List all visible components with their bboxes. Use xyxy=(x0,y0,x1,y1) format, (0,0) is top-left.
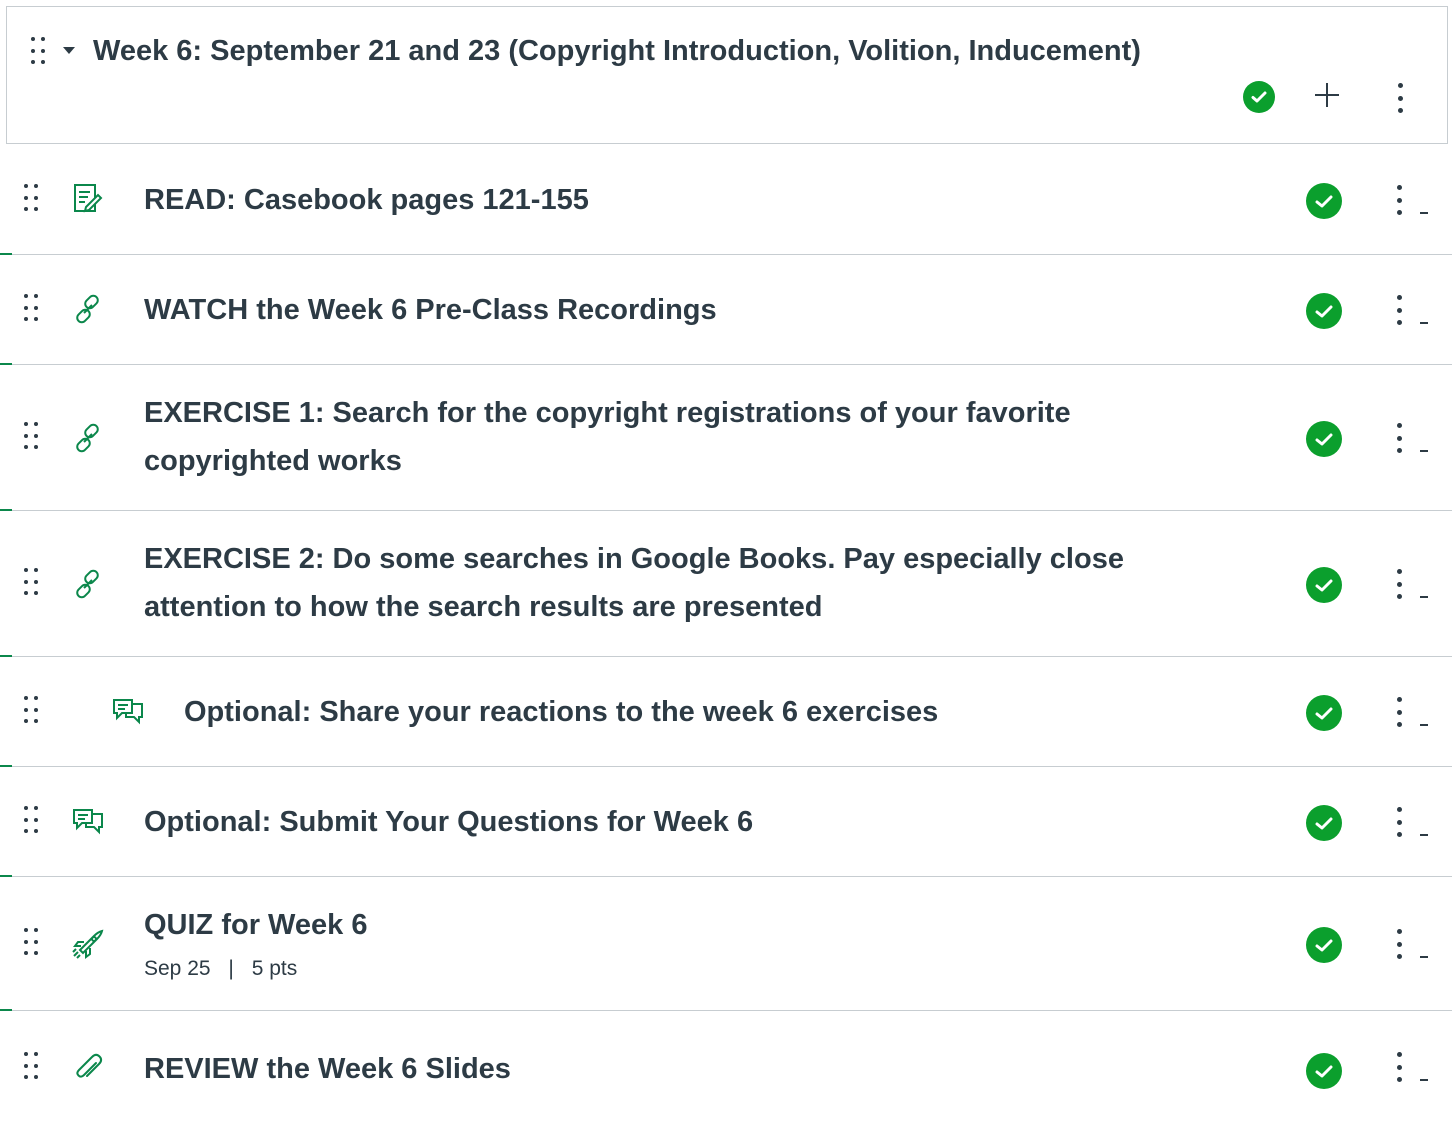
module-item-exercise-1[interactable]: EXERCISE 1: Search for the copyright reg… xyxy=(0,365,1452,511)
item-title[interactable]: EXERCISE 1: Search for the copyright reg… xyxy=(144,389,1244,485)
drag-handle-icon[interactable] xyxy=(24,1052,42,1084)
drag-handle-icon[interactable] xyxy=(24,806,42,838)
indent-marker xyxy=(1420,450,1428,452)
link-icon xyxy=(70,291,106,327)
published-check-icon[interactable] xyxy=(1306,293,1342,329)
item-meta: Sep 25 | 5 pts xyxy=(144,957,297,981)
link-icon xyxy=(70,566,106,602)
module-item-share-reactions[interactable]: Optional: Share your reactions to the we… xyxy=(0,657,1452,767)
item-options-icon[interactable] xyxy=(1396,1052,1402,1082)
item-options-icon[interactable] xyxy=(1396,423,1402,453)
drag-handle-icon[interactable] xyxy=(24,422,42,454)
item-options-icon[interactable] xyxy=(1396,929,1402,959)
item-options-icon[interactable] xyxy=(1396,697,1402,727)
discussion-icon xyxy=(110,693,146,729)
published-check-icon[interactable] xyxy=(1306,927,1342,963)
discussion-icon xyxy=(70,803,106,839)
drag-handle-icon[interactable] xyxy=(31,37,49,69)
drag-handle-icon[interactable] xyxy=(24,696,42,728)
indent-marker xyxy=(1420,596,1428,598)
item-options-icon[interactable] xyxy=(1396,295,1402,325)
attachment-icon xyxy=(70,1051,106,1087)
add-item-button[interactable] xyxy=(1311,79,1343,111)
item-title[interactable]: REVIEW the Week 6 Slides xyxy=(144,1045,511,1093)
module: Week 6: September 21 and 23 (Copyright I… xyxy=(0,0,1452,1123)
due-date: Sep 25 xyxy=(144,957,211,980)
item-title[interactable]: WATCH the Week 6 Pre-Class Recordings xyxy=(144,286,717,334)
item-title[interactable]: QUIZ for Week 6 xyxy=(144,901,367,949)
item-options-icon[interactable] xyxy=(1396,185,1402,215)
module-item-watch-recordings[interactable]: WATCH the Week 6 Pre-Class Recordings xyxy=(0,255,1452,365)
indent-marker xyxy=(1420,956,1428,958)
indent-marker xyxy=(1420,1079,1428,1081)
module-item-submit-questions[interactable]: Optional: Submit Your Questions for Week… xyxy=(0,767,1452,877)
published-check-icon[interactable] xyxy=(1243,81,1275,113)
indent-marker xyxy=(1420,212,1428,214)
module-item-exercise-2[interactable]: EXERCISE 2: Do some searches in Google B… xyxy=(0,511,1452,657)
drag-handle-icon[interactable] xyxy=(24,184,42,216)
item-options-icon[interactable] xyxy=(1396,807,1402,837)
published-check-icon[interactable] xyxy=(1306,1053,1342,1089)
drag-handle-icon[interactable] xyxy=(24,928,42,960)
published-check-icon[interactable] xyxy=(1306,183,1342,219)
item-title[interactable]: READ: Casebook pages 121-155 xyxy=(144,176,589,224)
module-item-quiz[interactable]: QUIZ for Week 6 Sep 25 | 5 pts xyxy=(0,877,1452,1011)
module-item-review-slides[interactable]: REVIEW the Week 6 Slides xyxy=(0,1011,1452,1123)
module-header[interactable]: Week 6: September 21 and 23 (Copyright I… xyxy=(6,6,1448,144)
module-title: Week 6: September 21 and 23 (Copyright I… xyxy=(93,35,1141,67)
meta-separator: | xyxy=(228,957,234,980)
item-title[interactable]: EXERCISE 2: Do some searches in Google B… xyxy=(144,535,1254,631)
module-options-icon[interactable] xyxy=(1397,83,1403,113)
indent-marker xyxy=(1420,724,1428,726)
published-check-icon[interactable] xyxy=(1306,567,1342,603)
item-options-icon[interactable] xyxy=(1396,569,1402,599)
points: 5 pts xyxy=(251,957,298,980)
item-title[interactable]: Optional: Share your reactions to the we… xyxy=(184,688,938,736)
published-check-icon[interactable] xyxy=(1306,695,1342,731)
link-icon xyxy=(70,420,106,456)
item-title[interactable]: Optional: Submit Your Questions for Week… xyxy=(144,798,753,846)
indent-marker xyxy=(1420,322,1428,324)
published-check-icon[interactable] xyxy=(1306,421,1342,457)
drag-handle-icon[interactable] xyxy=(24,568,42,600)
drag-handle-icon[interactable] xyxy=(24,294,42,326)
collapse-caret-icon[interactable] xyxy=(63,47,75,54)
module-item-read-casebook[interactable]: READ: Casebook pages 121-155 xyxy=(0,145,1452,255)
quiz-icon xyxy=(70,926,106,962)
indent-marker xyxy=(1420,834,1428,836)
assignment-icon xyxy=(70,181,106,217)
published-check-icon[interactable] xyxy=(1306,805,1342,841)
